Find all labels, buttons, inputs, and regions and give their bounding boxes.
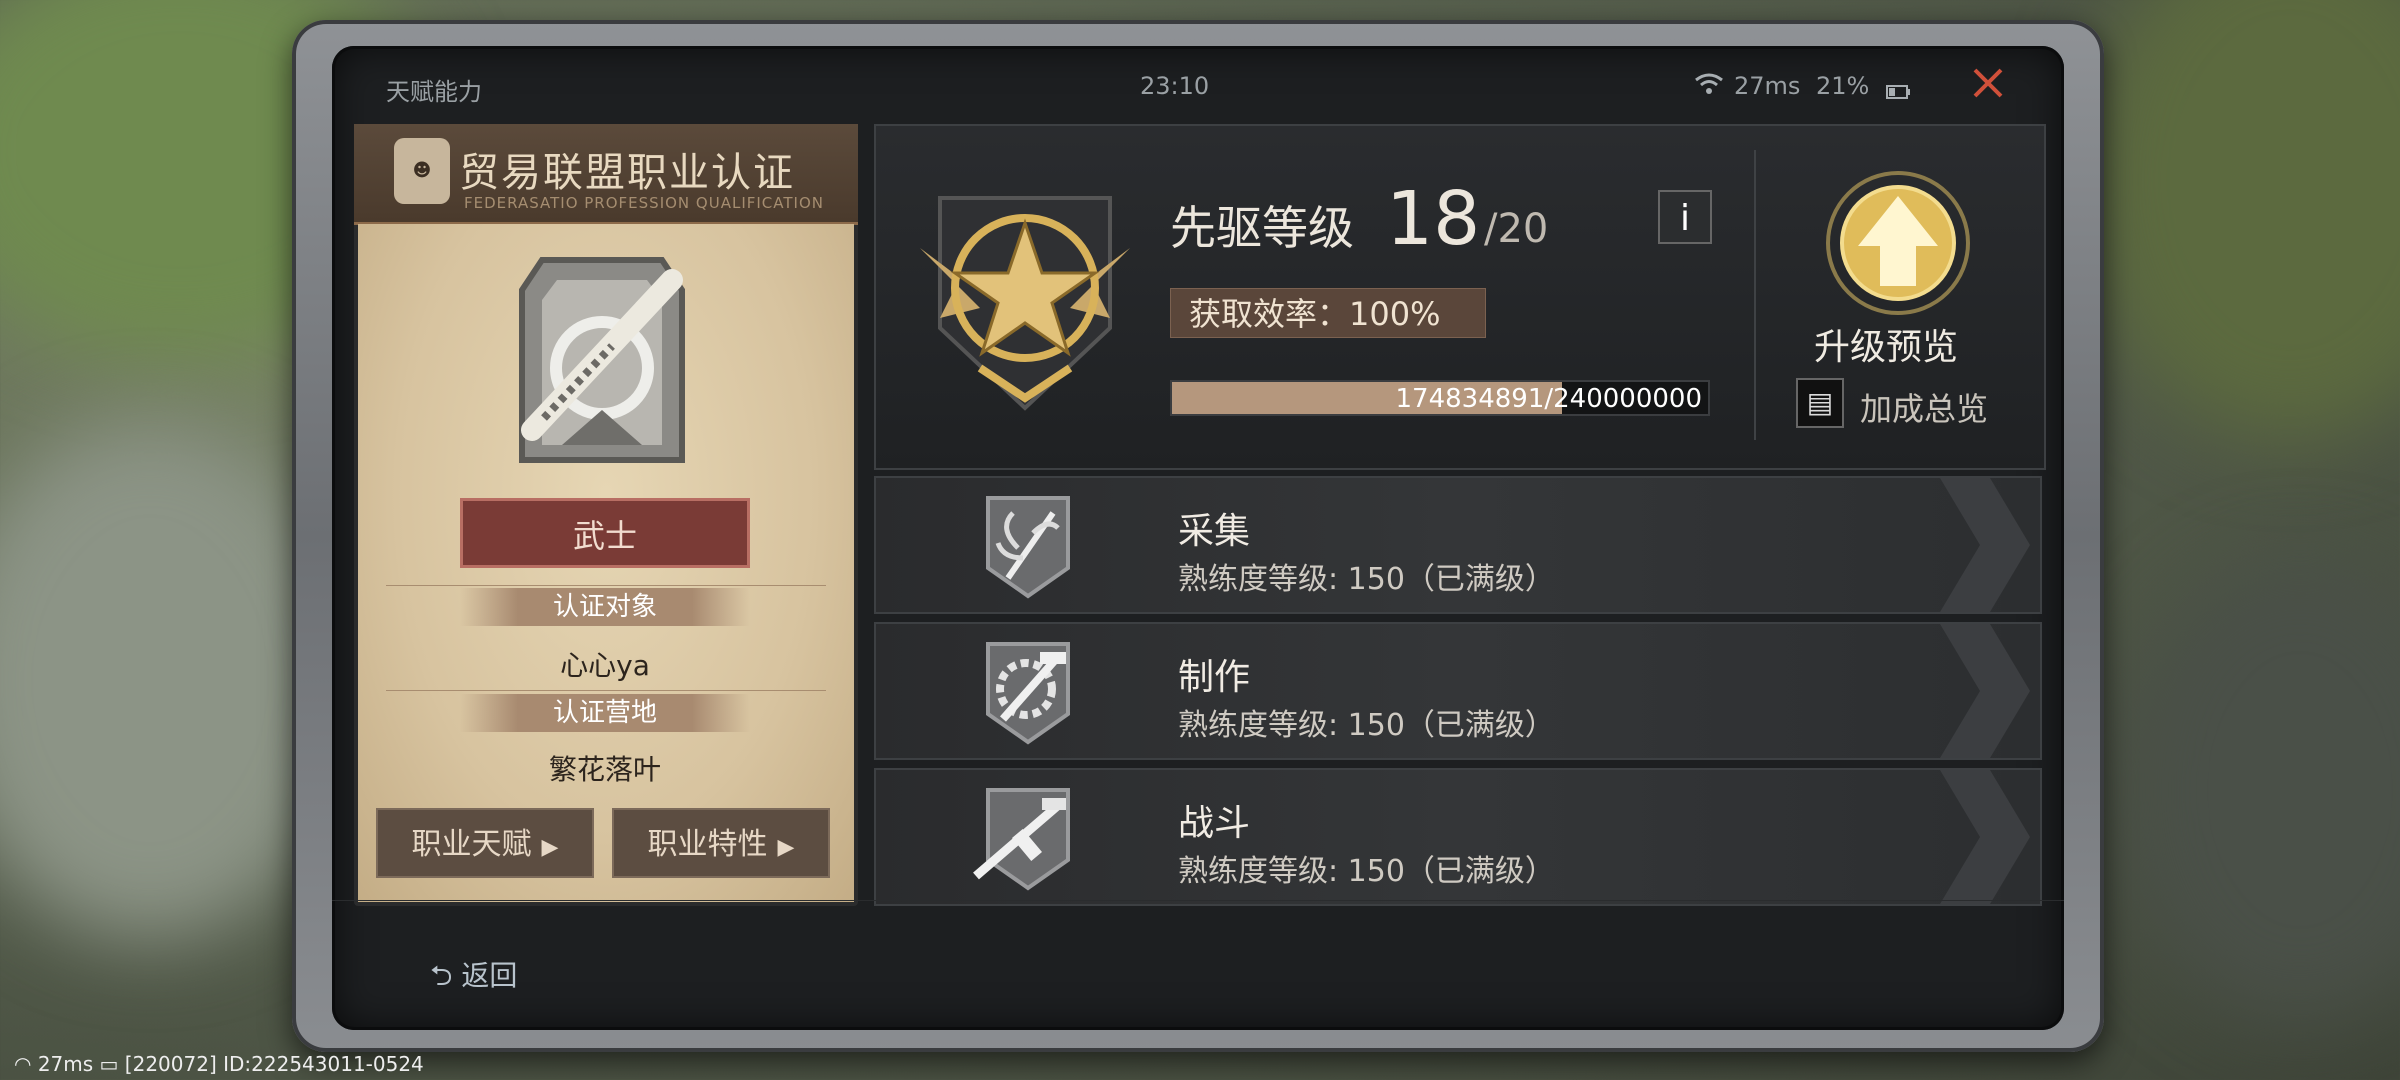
upgrade-arrow-icon <box>1826 171 1970 315</box>
gathering-icon <box>986 496 1070 599</box>
chevron-right-icon <box>1940 478 2030 612</box>
upgrade-preview-label: 升级预览 <box>1814 327 1959 368</box>
skill-level-crafting: 熟练度等级: 150（已满级） <box>1178 708 1555 743</box>
wifi-icon: ◠ <box>14 1052 32 1076</box>
clock: 23:10 <box>1140 72 1210 100</box>
crafting-icon <box>986 642 1070 745</box>
back-arrow-icon: ⮌ <box>430 959 453 992</box>
skill-name-combat: 战斗 <box>1178 803 1251 844</box>
combat-icon <box>973 788 1070 891</box>
arrow-right-icon: ▶ <box>541 835 559 860</box>
wifi-icon <box>1694 72 1724 102</box>
rank-level: 18 <box>1386 176 1481 262</box>
efficiency-badge: 获取效率：100% <box>1170 288 1486 338</box>
skill-level-gathering: 熟练度等级: 150（已满级） <box>1178 562 1555 597</box>
skill-level-combat: 熟练度等级: 150（已满级） <box>1178 854 1555 889</box>
background-tree <box>2080 0 2400 440</box>
profession-talent-button[interactable]: 职业天赋 ▶ <box>376 808 594 878</box>
bonus-overview-label[interactable]: 加成总览 <box>1860 384 1988 430</box>
certificate-subtitle: FEDERASATIO PROFESSION QUALIFICATION <box>464 194 824 212</box>
ping-readout: 27ms <box>1734 72 1801 100</box>
battery-icon <box>1886 78 1912 106</box>
rank-max-level: /20 <box>1484 206 1549 252</box>
profession-talent-label: 职业天赋 <box>411 827 532 862</box>
battery-icon: ▭ <box>99 1052 119 1076</box>
battery-readout: 21% <box>1816 72 1870 100</box>
back-label: 返回 <box>461 959 518 992</box>
arrow-right-icon: ▶ <box>777 835 795 860</box>
debug-info-bar: ◠ 27ms ▭ [220072] ID:222543011-0524 <box>14 1052 424 1076</box>
screen-title: 天赋能力 <box>386 78 482 106</box>
close-button[interactable] <box>1968 66 2008 106</box>
rank-title: 先驱等级 <box>1170 201 1354 255</box>
profession-traits-button[interactable]: 职业特性 ▶ <box>612 808 830 878</box>
clipboard-icon[interactable]: ▤ <box>1796 378 1844 428</box>
footer-id: [220072] ID:222543011-0524 <box>124 1052 424 1076</box>
warrior-class-icon <box>519 257 685 463</box>
certification-camp-label: 认证营地 <box>460 694 750 732</box>
divider-line <box>386 585 826 586</box>
chevron-right-icon <box>1940 770 2030 904</box>
skill-name-crafting: 制作 <box>1178 657 1251 698</box>
star-rank-badge-icon <box>920 196 1130 411</box>
certification-camp-value: 繁花落叶 <box>548 753 661 786</box>
federation-logo-icon: ☻ <box>394 138 450 204</box>
footer-ping: 27ms <box>37 1052 94 1076</box>
background-shadow <box>2120 560 2400 1020</box>
experience-progress-text: 174834891/240000000 <box>1395 384 1702 414</box>
info-icon: i <box>1679 198 1690 239</box>
certification-target-label: 认证对象 <box>460 588 750 626</box>
experience-progress-bar: 174834891/240000000 <box>1170 380 1710 416</box>
skill-name-gathering: 采集 <box>1178 511 1251 552</box>
close-icon <box>1973 68 2003 98</box>
info-button[interactable]: i <box>1658 190 1712 244</box>
class-name-badge[interactable]: 武士 <box>460 498 750 568</box>
back-button[interactable]: ⮌ 返回 <box>430 954 517 1003</box>
chevron-right-icon <box>1940 624 2030 758</box>
divider-line <box>386 690 826 691</box>
panel-separator <box>1754 150 1756 440</box>
certificate-title: 贸易联盟职业认证 <box>459 150 795 196</box>
profession-traits-label: 职业特性 <box>647 827 768 862</box>
certification-target-value: 心心ya <box>560 649 650 682</box>
bottom-divider <box>332 900 2064 901</box>
certificate-header: ☻ 贸易联盟职业认证 FEDERASATIO PROFESSION QUALIF… <box>354 124 858 225</box>
